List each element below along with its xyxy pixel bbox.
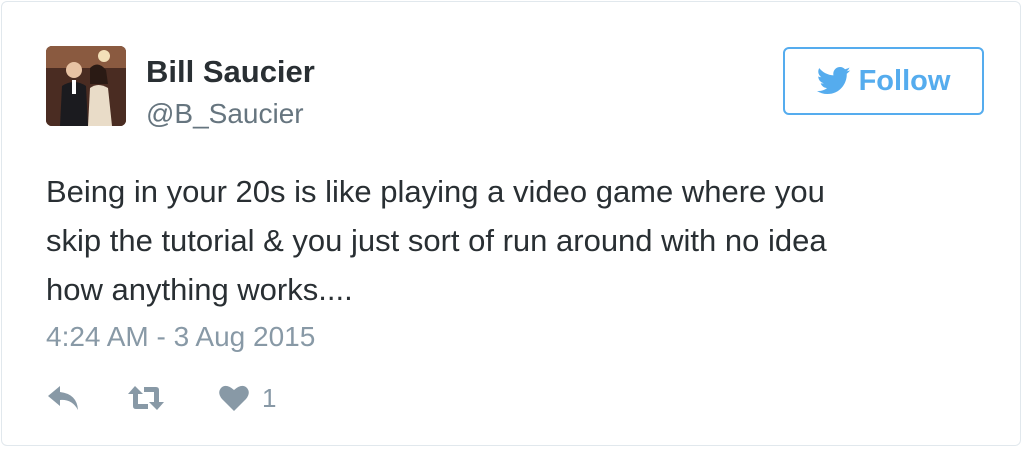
- tweet-text-line: skip the tutorial & you just sort of run…: [46, 223, 827, 258]
- heart-icon: [219, 385, 249, 411]
- retweet-icon: [128, 386, 164, 410]
- follow-button[interactable]: Follow: [783, 47, 984, 115]
- screen-name[interactable]: @B_Saucier: [146, 98, 304, 130]
- retweet-button[interactable]: [126, 378, 166, 418]
- display-name[interactable]: Bill Saucier: [146, 54, 315, 90]
- profile-photo-icon: [46, 46, 126, 126]
- twitter-bird-icon: [816, 66, 851, 95]
- tweet-text-line: Being in your 20s is like playing a vide…: [46, 174, 825, 209]
- avatar[interactable]: [46, 46, 126, 126]
- tweet-text: Being in your 20s is like playing a vide…: [46, 167, 966, 314]
- reply-button[interactable]: [46, 378, 80, 418]
- follow-label: Follow: [858, 65, 951, 97]
- tweet-text-line: how anything works....: [46, 272, 353, 307]
- like-count: 1: [262, 383, 277, 413]
- reply-icon: [48, 386, 78, 410]
- timestamp[interactable]: 4:24 AM - 3 Aug 2015: [46, 320, 315, 354]
- like-button[interactable]: 1: [218, 378, 276, 418]
- tweet-card: Bill Saucier @B_Saucier Follow Being in …: [1, 1, 1021, 446]
